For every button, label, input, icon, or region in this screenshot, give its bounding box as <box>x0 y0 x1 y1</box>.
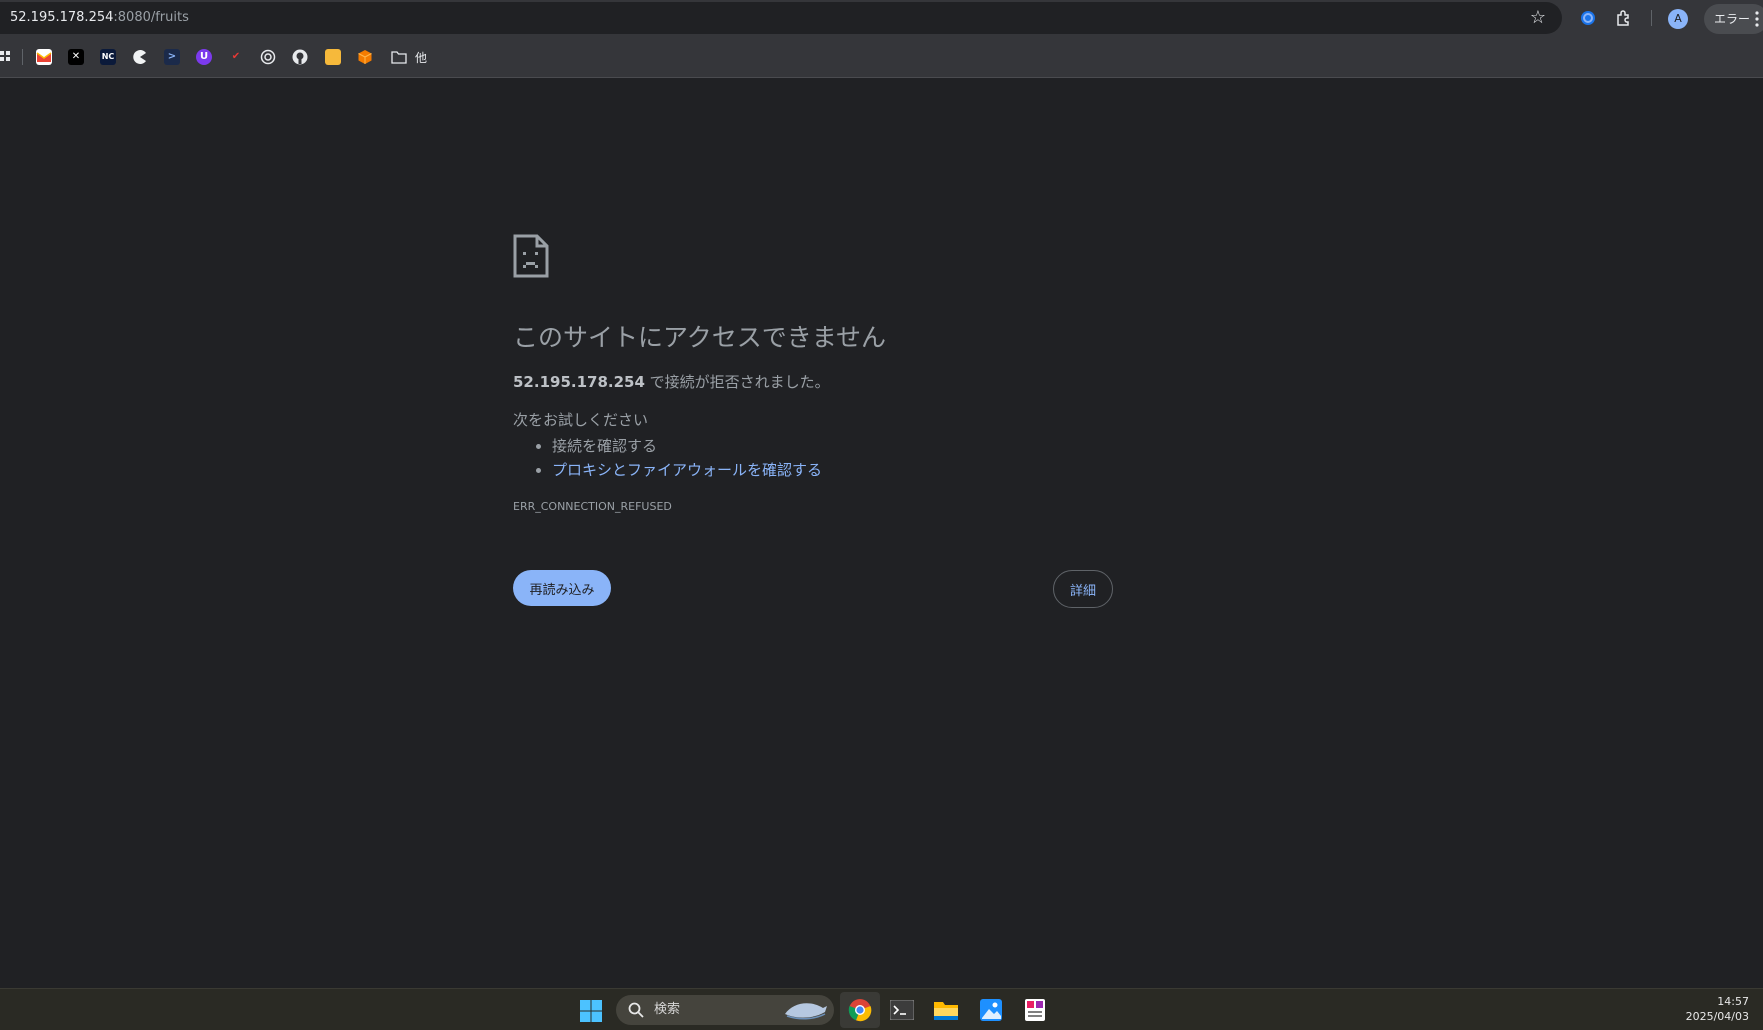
suggestions-heading: 次をお試しください <box>513 411 649 429</box>
bookmark-divider <box>22 49 23 65</box>
cube-icon[interactable] <box>357 49 373 65</box>
menu-kebab-icon[interactable] <box>1754 9 1760 29</box>
error-host: 52.195.178.254 <box>513 373 645 391</box>
error-title: このサイトにアクセスできません <box>513 323 887 352</box>
folder-icon[interactable] <box>391 49 407 65</box>
url-host: 52.195.178.254 <box>10 10 114 25</box>
bookmarks-more-label[interactable]: 他 <box>415 49 427 66</box>
dolphin-icon <box>785 1003 827 1020</box>
suggestion-check-proxy: プロキシとファイアウォールを確認する <box>552 458 822 482</box>
note-icon[interactable] <box>325 49 341 65</box>
clock-date: 2025/04/03 <box>1685 1010 1749 1023</box>
reload-button[interactable]: 再読み込み <box>513 570 611 606</box>
gmail-icon[interactable] <box>36 49 52 65</box>
taskbar-photos[interactable] <box>977 996 1005 1024</box>
file-explorer-icon <box>934 1002 958 1020</box>
url-text[interactable]: 52.195.178.254:8080/fruits <box>10 10 189 26</box>
nc-icon[interactable]: NC <box>100 49 116 65</box>
search-placeholder: 検索 <box>654 1002 681 1017</box>
taskbar-search[interactable]: 検索 <box>616 995 834 1025</box>
photos-icon <box>980 999 1002 1021</box>
terminal-prompt-icon[interactable]: > <box>164 49 180 65</box>
bookmark-star-icon[interactable]: ☆ <box>1528 8 1548 28</box>
suggestion-check-connection: 接続を確認する <box>552 434 822 458</box>
clock-time: 14:57 <box>1717 995 1749 1008</box>
windows-taskbar: 検索 14:57 2025/04/03 <box>0 988 1763 1030</box>
profile-avatar[interactable]: A <box>1668 9 1688 29</box>
windows-start-icon[interactable] <box>580 1000 602 1022</box>
terminal-icon <box>890 1000 914 1020</box>
details-button[interactable]: 詳細 <box>1053 570 1113 608</box>
address-bar[interactable]: 52.195.178.254:8080/fruits ☆ <box>0 2 1562 34</box>
sad-document-icon <box>513 234 549 278</box>
taskbar-snipping-tool[interactable] <box>1021 996 1049 1024</box>
extensions-icon[interactable] <box>1614 8 1634 28</box>
browser-toolbar: 52.195.178.254:8080/fruits ☆ A エラー <box>0 0 1763 38</box>
github-icon[interactable] <box>292 49 308 65</box>
taskbar-chrome[interactable] <box>840 992 880 1028</box>
toolbar-divider <box>1651 10 1652 26</box>
notepad-icon <box>1025 999 1045 1021</box>
pacman-icon[interactable] <box>132 49 148 65</box>
system-clock[interactable]: 14:57 2025/04/03 <box>1686 994 1749 1024</box>
error-chip-label: エラー <box>1714 12 1751 26</box>
error-code: ERR_CONNECTION_REFUSED <box>513 500 672 513</box>
openai-icon[interactable] <box>260 49 276 65</box>
apps-grid-icon[interactable] <box>0 50 10 64</box>
error-message: 52.195.178.254 で接続が拒否されました。 <box>513 372 830 392</box>
taskbar-terminal[interactable] <box>888 996 916 1024</box>
red-logo-icon[interactable]: ✔ <box>228 49 244 65</box>
google-lens-icon[interactable] <box>1578 8 1598 28</box>
x-icon[interactable]: ✕ <box>68 49 84 65</box>
url-path: :8080/fruits <box>113 10 189 25</box>
taskbar-file-explorer[interactable] <box>932 996 960 1024</box>
search-icon <box>628 1002 644 1018</box>
check-proxy-link[interactable]: プロキシとファイアウォールを確認する <box>552 461 822 479</box>
error-message-suffix: で接続が拒否されました。 <box>644 373 830 391</box>
chrome-icon <box>848 999 872 1022</box>
bookmarks-bar: ✕ NC > U ✔ 他 <box>0 38 1763 78</box>
suggestions-list: 接続を確認する プロキシとファイアウォールを確認する <box>513 434 822 482</box>
u-badge-icon[interactable]: U <box>196 49 212 65</box>
